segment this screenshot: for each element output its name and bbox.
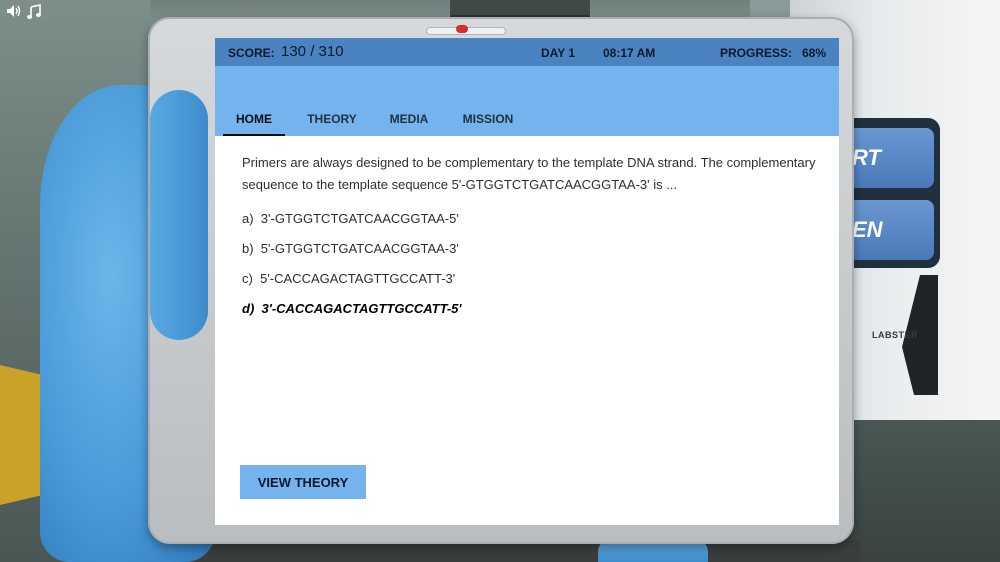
question-text: Primers are always designed to be comple… — [242, 155, 816, 192]
tab-bar: HOME THEORY MEDIA MISSION — [215, 66, 839, 136]
tab-theory[interactable]: THEORY — [299, 112, 365, 136]
tablet-screen: SCORE: 130 / 310 DAY 1 08:17 AM PROGRESS… — [215, 38, 839, 525]
option-text: 5'-CACCAGACTAGTTGCCATT-3' — [260, 271, 456, 286]
audio-controls — [6, 4, 42, 25]
lab-device — [450, 0, 590, 18]
status-bar: SCORE: 130 / 310 DAY 1 08:17 AM PROGRESS… — [215, 38, 839, 66]
option-letter: a) — [242, 211, 254, 226]
score-value: 130 / 310 — [281, 43, 344, 60]
left-glove-thumb — [150, 90, 208, 340]
score-label: SCORE: — [228, 46, 275, 60]
answer-option-d[interactable]: d) 3'-CACCAGACTAGTTGCCATT-5' — [242, 294, 822, 324]
option-text: 3'-CACCAGACTAGTTGCCATT-5' — [261, 301, 462, 316]
option-letter: d) — [242, 301, 255, 316]
tab-media[interactable]: MEDIA — [381, 112, 437, 136]
machine-brand-label: LABSTER — [872, 330, 918, 340]
option-letter: c) — [242, 271, 253, 286]
machine-start-button[interactable]: RT — [848, 128, 934, 188]
progress-label: PROGRESS: — [720, 46, 793, 60]
option-text: 3'-GTGGTCTGATCAACGGTAA-5' — [260, 211, 459, 226]
view-theory-button[interactable]: VIEW THEORY — [240, 465, 366, 499]
answer-option-b[interactable]: b) 5'-GTGGTCTGATCAACGGTAA-3' — [242, 234, 822, 264]
progress-value: 68% — [802, 46, 827, 60]
tab-home[interactable]: HOME — [223, 112, 285, 136]
option-text: 5'-GTGGTCTGATCAACGGTAA-3' — [260, 241, 459, 256]
day-indicator: DAY 1 — [541, 46, 576, 60]
tablet-led — [456, 25, 468, 33]
question-panel: Primers are always designed to be comple… — [242, 152, 822, 324]
answer-option-c[interactable]: c) 5'-CACCAGACTAGTTGCCATT-3' — [242, 264, 822, 294]
answer-option-a[interactable]: a) 3'-GTGGTCTGATCAACGGTAA-5' — [242, 204, 822, 234]
option-letter: b) — [242, 241, 254, 256]
time-indicator: 08:17 AM — [603, 46, 656, 60]
speaker-icon[interactable] — [6, 4, 22, 25]
machine-open-button[interactable]: EN — [848, 200, 934, 260]
tab-mission[interactable]: MISSION — [453, 112, 523, 136]
music-note-icon[interactable] — [26, 4, 42, 25]
